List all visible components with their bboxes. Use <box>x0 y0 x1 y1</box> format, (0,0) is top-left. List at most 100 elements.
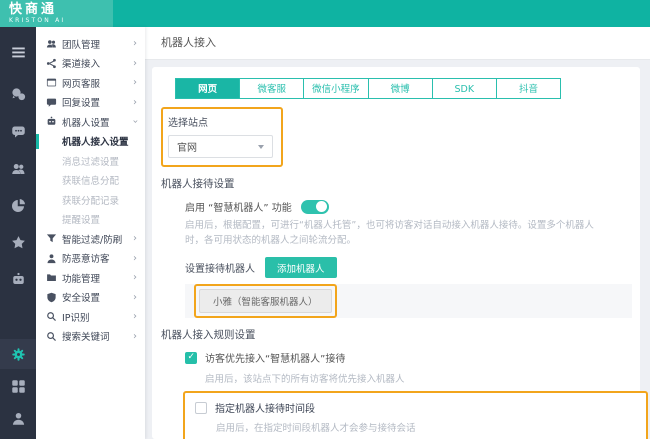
chat-bubble-icon <box>46 97 57 108</box>
sidebar-item-contact-info-distribution[interactable]: 获联信息分配 <box>36 171 145 191</box>
sidebar-item-contact-distribution-records[interactable]: 获联分配记录 <box>36 190 145 210</box>
tab-douyin[interactable]: 抖音 <box>496 78 561 99</box>
sidebar-item-label: IP识别 <box>62 310 90 324</box>
apps-grid-icon[interactable] <box>0 371 36 401</box>
site-select-label: 选择站点 <box>168 114 281 129</box>
sidebar-item-label: 功能管理 <box>62 271 100 285</box>
sidebar-item-label: 机器人接入设置 <box>62 134 129 148</box>
tab-web[interactable]: 网页 <box>175 78 240 99</box>
chevron-right-icon <box>133 331 137 342</box>
caret-down-icon <box>258 145 264 149</box>
search-icon <box>46 331 57 342</box>
folder-icon <box>46 272 57 283</box>
schedule-annotation: 指定机器人接待时间段 启用后，在指定时间段机器人才会参与接待会话 0123456… <box>183 391 648 439</box>
sidebar-item-label: 智能过滤/防刷 <box>62 232 122 246</box>
schedule-row: 指定机器人接待时间段 <box>195 400 646 415</box>
priority-access-row: 访客优先接入“智慧机器人”接待 <box>185 350 640 365</box>
icon-rail <box>0 27 36 439</box>
sidebar-menu: 团队管理 渠道接入 网页客服 回复设置 机器人设置 机器人接入设置 消息过滤设置 <box>36 27 145 439</box>
sidebar-item-search-keywords[interactable]: 搜索关键词 <box>36 327 145 347</box>
tab-wechat-service[interactable]: 微客服 <box>239 78 304 99</box>
schedule-help: 启用后，在指定时间段机器人才会参与接待会话 <box>216 420 646 434</box>
team-icon <box>46 38 57 49</box>
reception-section-title: 机器人接待设置 <box>161 176 640 191</box>
app-window: 快商通 KRISTON AI <box>0 0 650 439</box>
chevron-right-icon <box>133 233 137 244</box>
settings-gear-icon[interactable] <box>0 339 36 369</box>
sidebar-item-label: 回复设置 <box>62 95 100 109</box>
chevron-right-icon <box>133 311 137 322</box>
site-select-value: 官网 <box>177 139 197 154</box>
sidebar-item-label: 网页客服 <box>62 76 100 90</box>
sidebar-item-robot-access-settings[interactable]: 机器人接入设置 <box>36 132 145 152</box>
pie-chart-icon[interactable] <box>0 190 36 220</box>
enable-robot-row: 启用 “智慧机器人” 功能 <box>185 199 640 214</box>
sidebar-item-label: 获联分配记录 <box>62 193 119 207</box>
page-title: 机器人接入 <box>161 36 216 49</box>
main-content: 机器人接入 网页 微客服 微信小程序 微博 SDK 抖音 选择站点 官网 <box>145 27 650 439</box>
rules-section-title: 机器人接入规则设置 <box>161 327 640 342</box>
sidebar-item-team-management[interactable]: 团队管理 <box>36 34 145 54</box>
sidebar-item-message-filter-settings[interactable]: 消息过滤设置 <box>36 151 145 171</box>
site-select-annotation: 选择站点 官网 <box>161 107 283 167</box>
enable-robot-toggle[interactable] <box>301 200 329 214</box>
chats-icon[interactable] <box>0 79 36 109</box>
set-reception-robot-row: 设置接待机器人 添加机器人 <box>185 257 640 278</box>
brand-logo: 快商通 KRISTON AI <box>0 0 113 27</box>
sidebar-item-smart-filter[interactable]: 智能过滤/防刷 <box>36 229 145 249</box>
sidebar-item-feature-management[interactable]: 功能管理 <box>36 268 145 288</box>
site-select-dropdown[interactable]: 官网 <box>168 135 273 158</box>
robot-icon[interactable] <box>0 264 36 294</box>
sidebar-item-label: 机器人设置 <box>62 115 110 129</box>
chevron-down-icon <box>133 116 137 127</box>
chevron-right-icon <box>133 77 137 88</box>
hamburger-menu-icon[interactable] <box>0 37 36 67</box>
sidebar-item-label: 渠道接入 <box>62 56 100 70</box>
chevron-right-icon <box>133 292 137 303</box>
team-icon[interactable] <box>0 153 36 183</box>
chevron-right-icon <box>133 272 137 283</box>
top-bar: 快商通 KRISTON AI <box>0 0 650 27</box>
robot-chip[interactable]: 小雅（智能客服机器人） <box>199 289 332 313</box>
settings-card: 网页 微客服 微信小程序 微博 SDK 抖音 选择站点 官网 机器人接待设置 启… <box>152 67 640 439</box>
page-title-bar: 机器人接入 <box>145 27 650 60</box>
tab-weibo[interactable]: 微博 <box>368 78 433 99</box>
priority-access-label: 访客优先接入“智慧机器人”接待 <box>205 350 345 365</box>
priority-access-help: 启用后，该站点下的所有访客将优先接入机器人 <box>205 371 640 385</box>
tab-sdk[interactable]: SDK <box>432 78 497 99</box>
visitor-icon <box>46 253 57 264</box>
channel-tabs: 网页 微客服 微信小程序 微博 SDK 抖音 <box>175 78 561 99</box>
sidebar-item-robot-settings[interactable]: 机器人设置 <box>36 112 145 132</box>
sidebar-item-label: 防恶意访客 <box>62 251 110 265</box>
schedule-checkbox[interactable] <box>195 402 207 414</box>
message-dots-icon[interactable] <box>0 116 36 146</box>
sidebar-item-label: 搜索关键词 <box>62 329 110 343</box>
robot-chip-annotation: 小雅（智能客服机器人） <box>194 284 337 318</box>
robot-icon <box>46 116 57 127</box>
sidebar-item-anti-malicious-visitor[interactable]: 防恶意访客 <box>36 249 145 269</box>
sidebar-item-reminder-settings[interactable]: 提醒设置 <box>36 210 145 230</box>
share-nodes-icon <box>46 58 57 69</box>
shield-icon <box>46 292 57 303</box>
add-robot-button[interactable]: 添加机器人 <box>265 257 337 278</box>
chevron-right-icon <box>133 38 137 49</box>
user-icon[interactable] <box>0 403 36 433</box>
sidebar-item-security-settings[interactable]: 安全设置 <box>36 288 145 308</box>
sidebar-item-label: 获联信息分配 <box>62 173 119 187</box>
sidebar-item-web-service[interactable]: 网页客服 <box>36 73 145 93</box>
priority-access-checkbox[interactable] <box>185 352 197 364</box>
star-icon[interactable] <box>0 227 36 257</box>
brand-logo-en: KRISTON AI <box>9 18 113 24</box>
brand-logo-cn: 快商通 <box>9 3 113 16</box>
funnel-icon <box>46 233 57 244</box>
reception-help-text: 启用后，根据配置，可进行“机器人托管”，也可将访客对话自动接入机器人接待。设置多… <box>185 219 607 248</box>
sidebar-item-reply-settings[interactable]: 回复设置 <box>36 93 145 113</box>
sidebar-item-ip-recognition[interactable]: IP识别 <box>36 307 145 327</box>
sidebar-item-label: 安全设置 <box>62 290 100 304</box>
robot-list-panel: 小雅（智能客服机器人） <box>185 284 632 318</box>
magnifier-icon <box>46 311 57 322</box>
schedule-label: 指定机器人接待时间段 <box>215 400 315 415</box>
enable-robot-label: 启用 “智慧机器人” 功能 <box>185 199 292 214</box>
tab-wechat-miniprogram[interactable]: 微信小程序 <box>303 78 368 99</box>
sidebar-item-channel-access[interactable]: 渠道接入 <box>36 54 145 74</box>
